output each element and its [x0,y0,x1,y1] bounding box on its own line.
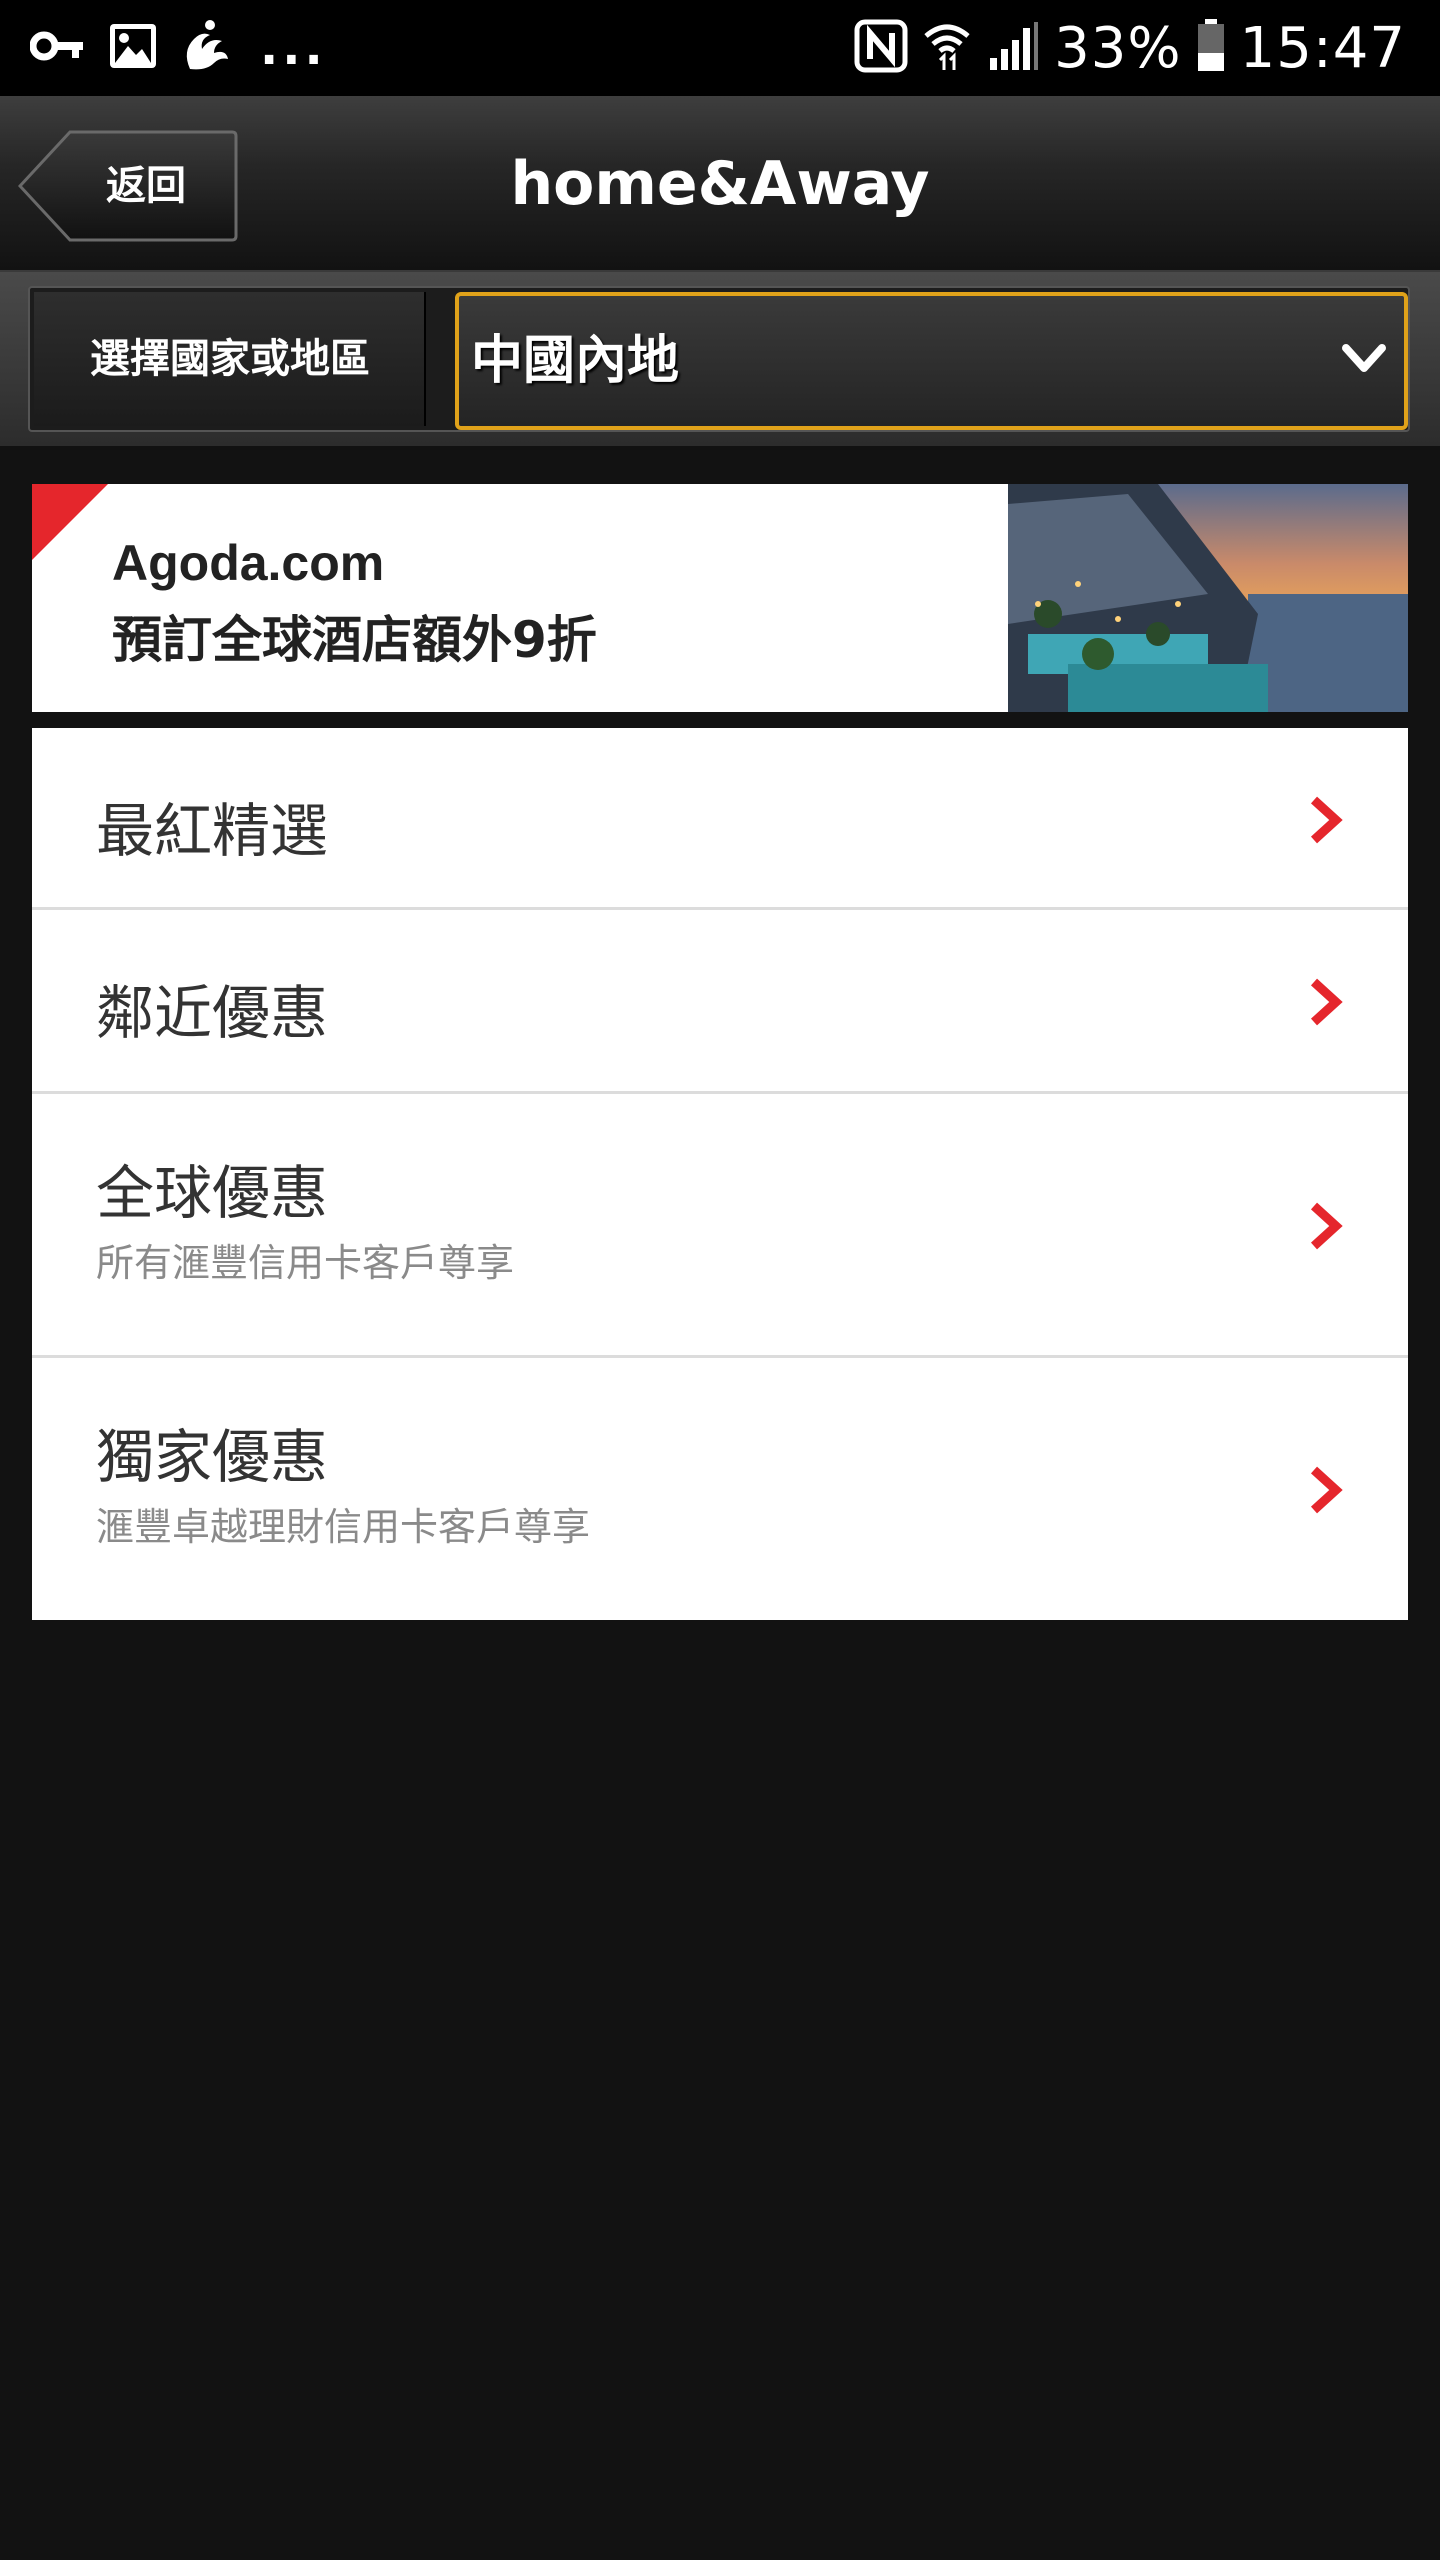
ad-title: Agoda.com [112,535,385,591]
region-selector: 選擇國家或地區 中國內地 [28,286,1410,432]
list-item-top-picks[interactable]: 最紅精選 [32,728,1408,910]
signal-icon [986,20,1040,76]
app-header: 返回 home&Away [0,96,1440,272]
battery-percent: 33% [1054,15,1182,81]
region-label-box: 選擇國家或地區 [34,292,426,426]
ad-hotel-image [1008,484,1408,712]
menu-item-subtitle: 滙豐卓越理財信用卡客戶尊享 [96,1505,591,1549]
region-selected-value: 中國內地 [471,331,680,391]
menu-item-label: 最紅精選 [96,797,329,865]
chevron-down-icon [1340,338,1388,382]
key-icon [29,26,86,70]
region-label: 選擇國家或地區 [90,336,370,382]
menu-item-label: 鄰近優惠 [96,979,329,1047]
menu-item-label: 全球優惠 [96,1159,329,1227]
status-overflow: ... [260,20,327,76]
battery-icon [1196,19,1226,77]
page-title: home&Away [510,149,930,219]
chevron-right-icon [1306,794,1346,850]
region-dropdown[interactable]: 中國內地 [455,292,1408,430]
status-right: 33% 15:47 [854,14,1406,82]
offers-menu: 最紅精選 鄰近優惠 全球優惠 所有滙豐信用卡客戶尊享 獨家優惠 滙豐卓越理財信用… [32,728,1408,1620]
status-bar: ... 33% 15:47 [0,0,1440,96]
menu-item-label: 獨家優惠 [96,1423,329,1491]
region-selector-bar: 選擇國家或地區 中國內地 [0,272,1440,450]
wifi-icon [922,20,972,76]
chevron-right-icon [1306,976,1346,1032]
ad-corner-ribbon [32,484,108,560]
status-left: ... [29,18,327,78]
uc-browser-icon [180,19,232,77]
list-item-global-offers[interactable]: 全球優惠 所有滙豐信用卡客戶尊享 [32,1094,1408,1358]
chevron-right-icon [1306,1200,1346,1256]
image-icon [108,22,158,74]
ad-banner[interactable]: Agoda.com 預訂全球酒店額外9折 [32,484,1408,712]
nfc-icon [854,19,908,77]
menu-item-subtitle: 所有滙豐信用卡客戶尊享 [96,1241,515,1285]
chevron-right-icon [1306,1464,1346,1520]
clock: 15:47 [1239,15,1406,81]
ad-subtitle: 預訂全球酒店額外9折 [112,611,597,669]
list-item-nearby-offers[interactable]: 鄰近優惠 [32,910,1408,1094]
list-item-exclusive-offers[interactable]: 獨家優惠 滙豐卓越理財信用卡客戶尊享 [32,1358,1408,1620]
